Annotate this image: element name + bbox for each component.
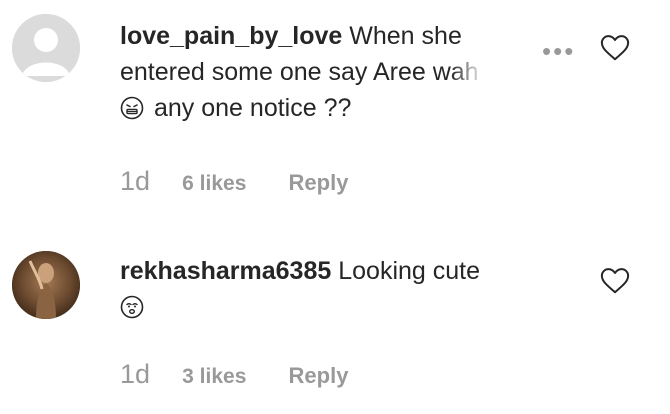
comment-meta: 1d 3 likes Reply: [120, 359, 348, 390]
face-icon: [120, 293, 144, 329]
default-avatar-icon[interactable]: [12, 14, 80, 82]
comment-text-tail: any one notice ??: [154, 94, 352, 122]
reply-button[interactable]: Reply: [289, 170, 349, 195]
grimacing-face-icon: [120, 94, 144, 130]
comment-item: rekhasharma6385 Looking cute 1d 3 likes …: [0, 225, 670, 414]
more-options-icon[interactable]: •••: [542, 36, 575, 67]
comment-username[interactable]: love_pain_by_love: [120, 22, 342, 50]
comment-text: Looking cute: [338, 257, 481, 285]
comment-meta: 1d 6 likes Reply: [120, 166, 348, 197]
comment-text-faded: wah: [433, 54, 479, 90]
comment-time[interactable]: 1d: [120, 166, 150, 196]
reply-button[interactable]: Reply: [289, 363, 349, 388]
comment-body: love_pain_by_love When she entered some …: [120, 18, 550, 130]
heart-icon[interactable]: [600, 34, 630, 67]
user-photo[interactable]: [12, 251, 80, 319]
comment-likes[interactable]: 6 likes: [182, 172, 246, 195]
comment-username[interactable]: rekhasharma6385: [120, 257, 331, 285]
heart-icon[interactable]: [600, 267, 630, 300]
comment-likes[interactable]: 3 likes: [182, 365, 246, 388]
comment-body: rekhasharma6385 Looking cute: [120, 253, 550, 329]
comment-time[interactable]: 1d: [120, 359, 150, 389]
comment-item: love_pain_by_love When she entered some …: [0, 0, 670, 225]
